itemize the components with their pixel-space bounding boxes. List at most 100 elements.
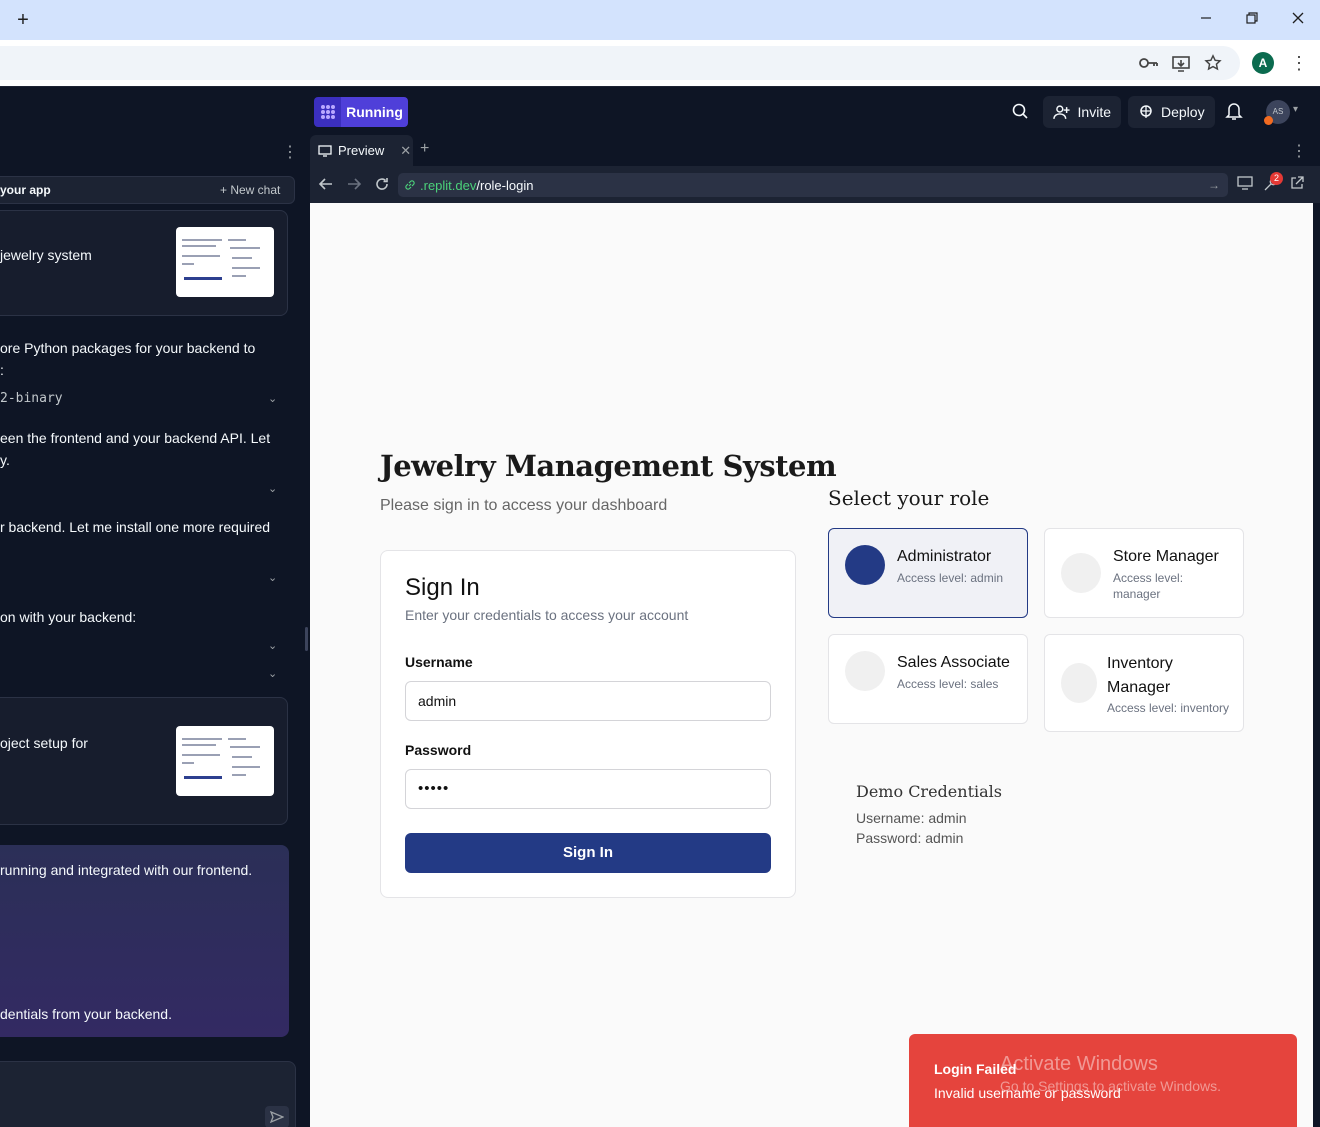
send-button[interactable]	[265, 1106, 289, 1127]
tab-preview[interactable]: Preview ✕	[310, 135, 413, 166]
chevron-down-icon[interactable]: ⌄	[268, 667, 277, 680]
role-name: Administrator	[897, 548, 992, 565]
chat-message: ore Python packages for your backend to	[0, 340, 256, 356]
bookmark-star-icon[interactable]	[1202, 52, 1224, 74]
page-subtitle: Please sign in to access your dashboard	[380, 497, 668, 514]
checkpoint-thumbnail[interactable]	[176, 227, 274, 297]
go-arrow-icon[interactable]: →	[1208, 178, 1220, 192]
pane-resize-handle[interactable]	[305, 627, 308, 651]
role-card-administrator[interactable]: Administrator Access level: admin	[828, 528, 1028, 618]
role-name: Sales Associate	[897, 654, 1010, 671]
new-chat-button[interactable]: + New chat	[220, 183, 280, 197]
new-tab-button[interactable]: +	[10, 8, 36, 32]
invite-label: Invite	[1077, 104, 1111, 120]
role-access-level: Access level: sales	[897, 677, 999, 691]
chevron-down-icon[interactable]: ⌄	[268, 639, 277, 652]
password-field[interactable]: •••••	[405, 769, 771, 809]
role-card-inventory-manager[interactable]: Inventory Manager Access level: inventor…	[1044, 634, 1244, 732]
preview-tab-bar	[310, 135, 1320, 166]
devices-icon[interactable]	[1237, 176, 1255, 194]
minimize-icon[interactable]	[1194, 8, 1218, 32]
role-access-level: Access level: inventory	[1107, 701, 1230, 715]
chat-message: y.	[0, 452, 10, 468]
error-count-badge: 2	[1270, 172, 1283, 185]
replit-logo-icon[interactable]	[314, 97, 342, 127]
notifications-bell-icon[interactable]	[1225, 101, 1245, 123]
username-label: Username	[405, 654, 473, 670]
url-path: /role-login	[476, 177, 534, 193]
password-label: Password	[405, 742, 472, 758]
role-avatar	[845, 545, 885, 585]
role-section-title: Select your role	[828, 486, 990, 510]
browser-tab-strip: +	[0, 0, 1320, 40]
chat-message: :	[0, 362, 4, 378]
username-field[interactable]: admin	[405, 681, 771, 721]
role-access-level: Access level: admin	[897, 571, 1004, 585]
role-name: Store Manager	[1113, 548, 1219, 565]
chat-input[interactable]	[0, 1061, 296, 1127]
run-status-button[interactable]: Running	[341, 97, 408, 127]
page-title: Jewelry Management System	[380, 449, 837, 483]
browser-menu-icon[interactable]: ⋮	[1290, 52, 1308, 74]
tab-preview-label: Preview	[338, 143, 385, 158]
pane-menu-icon[interactable]: ⋮	[1291, 141, 1307, 161]
deploy-icon	[1140, 105, 1152, 118]
new-chat-label: New chat	[230, 183, 281, 197]
chevron-down-icon[interactable]: ⌄	[268, 482, 277, 495]
role-name: Inventory Manager	[1107, 655, 1173, 696]
checkpoint-card-text: jewelry system	[0, 247, 92, 263]
add-tab-icon[interactable]: +	[420, 140, 429, 158]
browser-toolbar	[0, 40, 1320, 86]
role-avatar	[1061, 553, 1101, 593]
demo-username: Username: admin	[856, 810, 967, 826]
chat-message: running and integrated with our frontend…	[0, 862, 253, 878]
code-snippet: 2-binary	[0, 391, 63, 406]
link-icon	[405, 180, 415, 190]
invite-button[interactable]: Invite	[1043, 96, 1121, 128]
chat-message: r backend. Let me install one more requi…	[0, 519, 271, 535]
chat-message: een the frontend and your backend API. L…	[0, 430, 271, 446]
plus-icon: +	[220, 183, 231, 197]
profile-avatar[interactable]: A	[1252, 52, 1274, 74]
preview-url-field[interactable]: .replit.dev/role-login →	[398, 173, 1228, 197]
sign-in-button[interactable]: Sign In	[405, 833, 771, 873]
url-host: .replit.dev	[420, 177, 477, 193]
chat-message: on with your backend:	[0, 609, 137, 625]
checkpoint-card-text: oject setup for	[0, 735, 88, 751]
role-avatar	[1061, 663, 1097, 703]
address-bar[interactable]	[0, 46, 1240, 80]
chevron-down-icon[interactable]: ▾	[1293, 104, 1298, 115]
send-icon	[270, 1111, 284, 1123]
workspace-header	[0, 86, 1320, 135]
back-arrow-icon[interactable]	[318, 176, 334, 197]
close-tab-icon[interactable]: ✕	[400, 143, 411, 159]
install-app-icon[interactable]	[1170, 52, 1192, 74]
close-window-icon[interactable]	[1286, 8, 1310, 32]
add-user-icon	[1053, 105, 1070, 119]
monitor-icon	[318, 144, 332, 157]
reload-icon[interactable]	[374, 176, 390, 197]
deploy-button[interactable]: Deploy	[1128, 96, 1215, 128]
open-new-window-icon[interactable]	[1290, 176, 1308, 194]
signin-subtitle: Enter your credentials to access your ac…	[405, 607, 689, 623]
activate-windows-hint: Go to Settings to activate Windows.	[1000, 1078, 1221, 1094]
password-key-icon[interactable]	[1138, 52, 1160, 74]
role-avatar	[845, 651, 885, 691]
checkpoint-thumbnail[interactable]	[176, 726, 274, 796]
chat-message: dentials from your backend.	[0, 1006, 172, 1022]
forward-arrow-icon[interactable]	[346, 176, 362, 197]
demo-password: Password: admin	[856, 830, 964, 846]
activate-windows-watermark: Activate Windows	[1000, 1053, 1158, 1075]
chevron-down-icon[interactable]: ⌄	[268, 571, 277, 584]
chevron-down-icon[interactable]: ⌄	[268, 392, 277, 405]
signin-title: Sign In	[405, 574, 480, 601]
demo-credentials-title: Demo Credentials	[856, 782, 1002, 801]
chat-title: your app	[0, 183, 51, 197]
role-access-level: Access level: manager	[1113, 571, 1184, 601]
chat-menu-icon[interactable]: ⋮	[282, 142, 298, 162]
search-icon[interactable]	[1010, 101, 1032, 123]
restore-icon[interactable]	[1240, 8, 1264, 32]
role-card-store-manager[interactable]: Store Manager Access level: manager	[1044, 528, 1244, 618]
role-card-sales-associate[interactable]: Sales Associate Access level: sales	[828, 634, 1028, 724]
deploy-label: Deploy	[1161, 104, 1205, 120]
